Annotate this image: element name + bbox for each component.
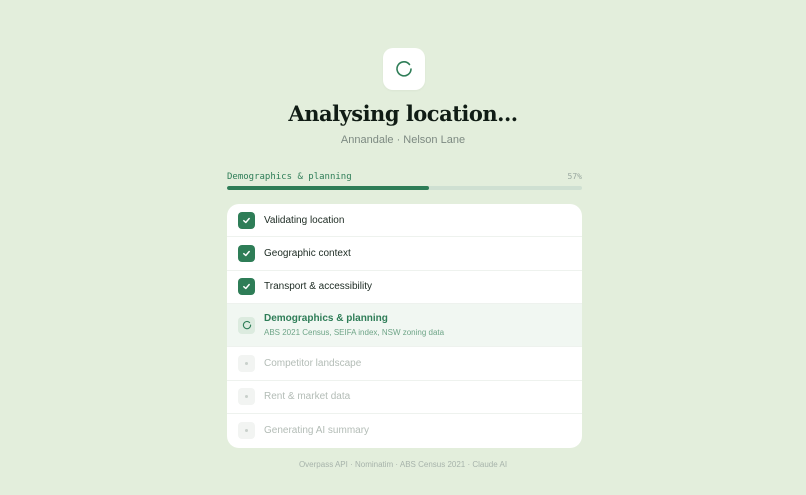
dot-icon — [238, 388, 255, 406]
step-label: Demographics & planning — [264, 313, 388, 325]
step-label: Validating location — [264, 214, 345, 226]
step-generating-ai-summary: Generating AI summary — [227, 414, 582, 447]
data-sources-footer: Overpass API · Nominatim · ABS Census 20… — [298, 460, 508, 469]
step-transport-accessibility: Transport & accessibility — [227, 271, 582, 305]
steps-card: Validating location Geographic context T… — [227, 204, 582, 448]
step-label: Transport & accessibility — [264, 281, 372, 293]
loading-logo — [383, 48, 425, 90]
step-label: Generating AI summary — [264, 425, 370, 437]
dot-icon — [238, 354, 255, 372]
progress-fill — [227, 186, 430, 190]
page-title: Analysing location... — [288, 101, 518, 126]
check-icon — [238, 211, 255, 229]
step-validating-location: Validating location — [227, 204, 582, 238]
check-icon — [238, 245, 255, 263]
location-subtitle: Annandale · Nelson Lane — [340, 134, 466, 146]
progress-label: Demographics & planning — [227, 172, 352, 182]
step-rent-market-data: Rent & market data — [227, 381, 582, 414]
step-label: Geographic context — [264, 248, 351, 260]
step-description: ABS 2021 Census, SEIFA index, NSW zoning… — [264, 328, 445, 338]
step-geographic-context: Geographic context — [227, 237, 582, 271]
progress-percent: 57% — [567, 172, 582, 181]
step-text: Demographics & planning ABS 2021 Census,… — [264, 313, 444, 337]
loading-spinner-icon — [396, 61, 412, 77]
progress-bar — [227, 186, 582, 190]
check-icon — [238, 278, 255, 296]
step-demographics-planning: Demographics & planning ABS 2021 Census,… — [227, 304, 582, 348]
spinner-icon — [238, 316, 255, 334]
step-label: Competitor landscape — [264, 357, 362, 369]
step-label: Rent & market data — [264, 391, 351, 403]
dot-icon — [238, 422, 255, 440]
step-competitor-landscape: Competitor landscape — [227, 347, 582, 381]
